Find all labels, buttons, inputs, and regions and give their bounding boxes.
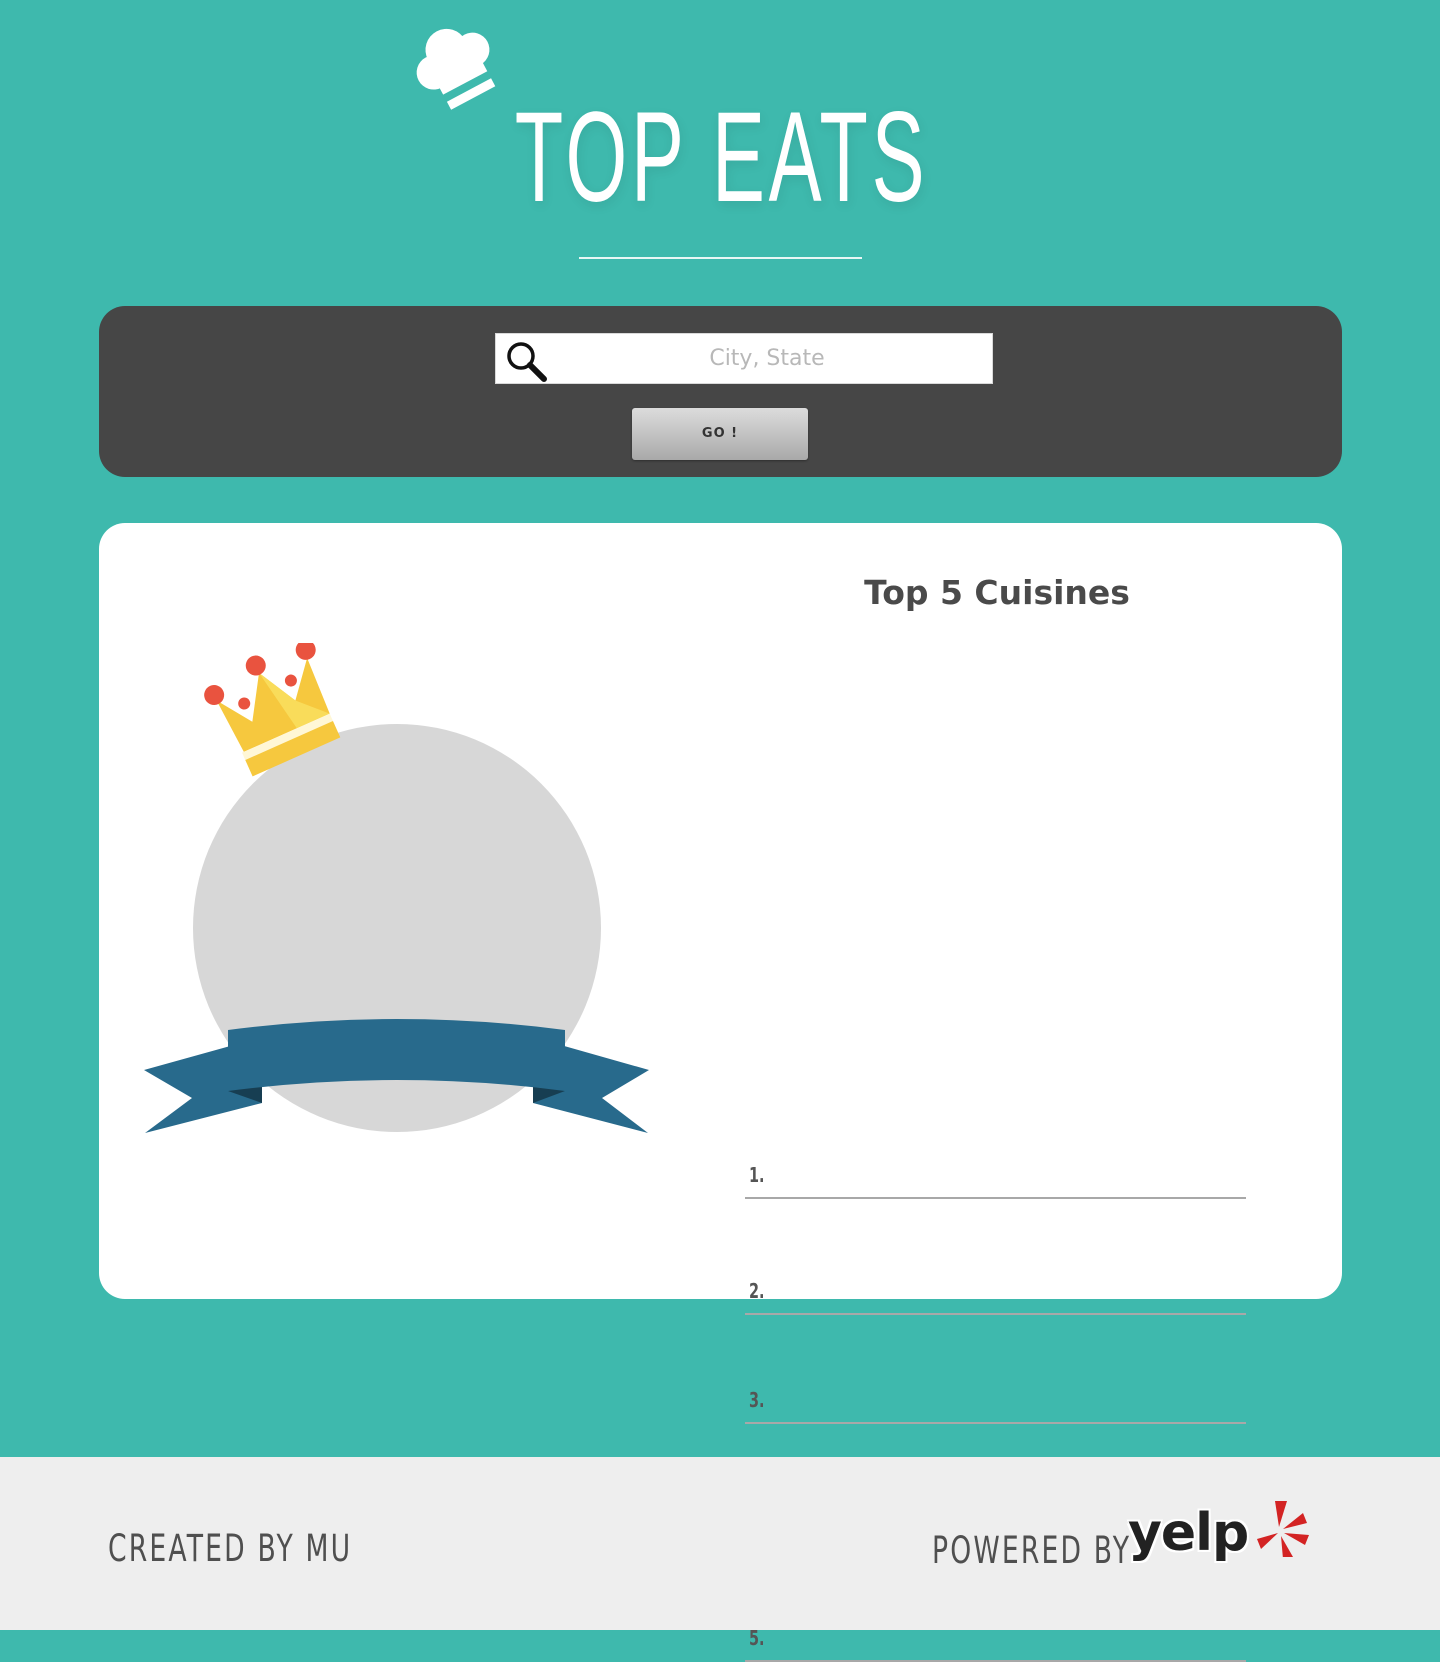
rank-number: 3.: [749, 1388, 765, 1412]
header: TOP EATS: [0, 0, 1440, 290]
yelp-logo-link[interactable]: yelp: [1128, 1499, 1309, 1574]
go-button[interactable]: GO !: [632, 408, 808, 460]
created-by-credit: CREATED BY MU: [108, 1527, 353, 1570]
results-card: Top 5 Cuisines 1. 2. 3. 4. 5.: [99, 523, 1342, 1662]
rank-number: 2.: [749, 1279, 765, 1303]
rank-row-2: 2.: [745, 1269, 1246, 1315]
rank-row-1: 1.: [745, 1153, 1246, 1199]
yelp-wordmark: yelp: [1128, 1503, 1249, 1563]
rank-number: 1.: [749, 1163, 765, 1187]
search-panel: GO !: [99, 306, 1342, 477]
yelp-burst-icon: [1257, 1501, 1309, 1557]
title-divider: [579, 257, 862, 259]
search-icon: [507, 342, 547, 382]
search-box: [495, 333, 993, 384]
city-state-input[interactable]: [552, 334, 982, 383]
footer: CREATED BY MU POWERED BY yelp: [0, 1457, 1440, 1630]
rank-row-3: 3.: [745, 1378, 1246, 1424]
powered-by-label: POWERED BY: [932, 1529, 1132, 1572]
cuisine-rank-list: 1. 2. 3. 4. 5.: [99, 523, 1342, 1662]
site-title: TOP EATS: [514, 86, 929, 229]
